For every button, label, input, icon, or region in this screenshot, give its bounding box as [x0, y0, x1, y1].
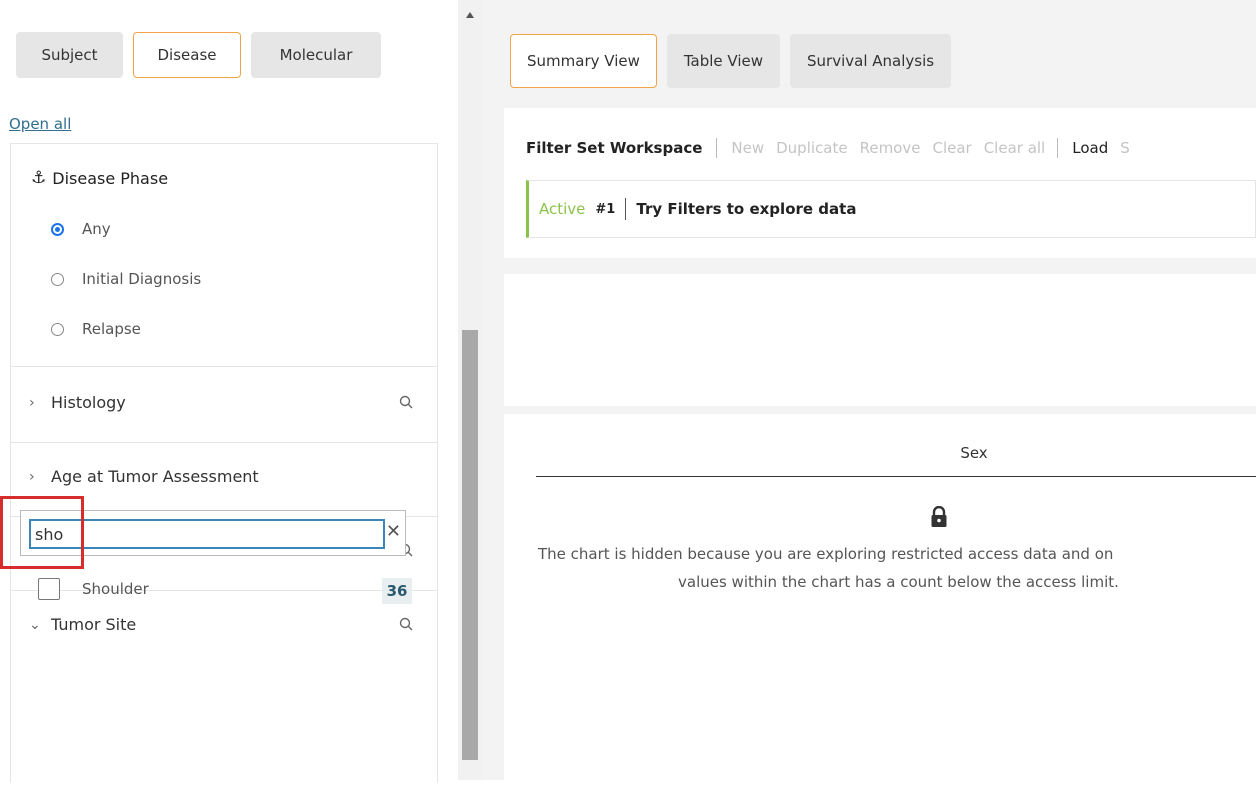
save-button[interactable]: S: [1120, 139, 1130, 157]
tab-summary-view[interactable]: Summary View: [510, 34, 657, 88]
radio-option-initial-diagnosis[interactable]: Initial Diagnosis: [51, 270, 201, 288]
section-title: Tumor Site: [51, 615, 137, 634]
workspace-toolbar: Filter Set Workspace New Duplicate Remov…: [526, 138, 1142, 158]
checkbox-option-shoulder[interactable]: Shoulder: [38, 578, 149, 600]
explorer-main: Summary View Table View Survival Analysi…: [482, 0, 1256, 780]
radio-option-relapse[interactable]: Relapse: [51, 320, 141, 338]
filter-set-description: Try Filters to explore data: [636, 200, 857, 218]
radio-label: Relapse: [82, 320, 141, 338]
checkbox-label: Shoulder: [82, 580, 149, 598]
empty-panel: [504, 274, 1256, 406]
divider: [1057, 138, 1059, 158]
radio-button[interactable]: [51, 272, 64, 286]
section-title: Histology: [51, 393, 126, 412]
search-icon[interactable]: [399, 617, 413, 631]
scrollbar-thumb[interactable]: [462, 330, 478, 760]
section-tumor-site: ⌄ Tumor Site: [11, 590, 437, 790]
tab-subject[interactable]: Subject: [16, 32, 123, 78]
search-icon[interactable]: [399, 395, 413, 409]
divider: [625, 198, 627, 220]
chevron-right-icon: ›: [29, 394, 35, 411]
tab-disease[interactable]: Disease: [133, 32, 241, 78]
workspace-title: Filter Set Workspace: [526, 139, 703, 157]
active-label: Active: [539, 200, 586, 218]
checkbox[interactable]: [38, 578, 60, 600]
message-line: values within the chart has a count belo…: [678, 573, 1119, 591]
disease-phase-title: Disease Phase: [52, 168, 169, 188]
clear-button[interactable]: Clear: [932, 139, 971, 157]
filter-list: ⚓ Disease Phase Any Initial Diagnosis Re…: [10, 143, 438, 783]
chart-title: Sex: [960, 444, 988, 462]
message-line: The chart is hidden because you are expl…: [538, 545, 1114, 563]
tab-molecular[interactable]: Molecular: [251, 32, 381, 78]
restricted-message: The chart is hidden because you are expl…: [538, 540, 1256, 596]
section-header: › Histology: [29, 393, 126, 412]
radio-button[interactable]: [51, 322, 64, 336]
active-filter-set[interactable]: Active #1 Try Filters to explore data: [526, 180, 1256, 238]
chart-card-sex: Sex The chart is hidden because you are …: [504, 414, 1256, 780]
disease-phase-header: ⚓ Disease Phase: [31, 168, 168, 188]
open-all-link[interactable]: Open all: [9, 115, 71, 133]
view-tabs: Summary View Table View Survival Analysi…: [510, 34, 952, 88]
duplicate-button[interactable]: Duplicate: [776, 139, 847, 157]
highlight-box: [0, 496, 84, 569]
count-badge: 36: [382, 578, 412, 604]
radio-label: Initial Diagnosis: [82, 270, 202, 288]
load-button[interactable]: Load: [1072, 139, 1108, 157]
chevron-right-icon: ›: [29, 468, 35, 485]
section-header[interactable]: ⌄ Tumor Site: [29, 615, 136, 634]
radio-button[interactable]: [51, 222, 64, 236]
lock-icon: [931, 506, 947, 527]
chevron-down-icon: ⌄: [29, 616, 41, 633]
section-title: Age at Tumor Assessment: [51, 467, 259, 486]
section-header: › Age at Tumor Assessment: [29, 467, 259, 486]
divider: [536, 476, 1256, 477]
anchor-icon: ⚓: [31, 168, 47, 188]
section-histology[interactable]: › Histology: [11, 366, 437, 442]
radio-option-any[interactable]: Any: [51, 220, 111, 238]
remove-button[interactable]: Remove: [860, 139, 921, 157]
close-icon[interactable]: ✕: [386, 521, 401, 542]
tab-table-view[interactable]: Table View: [666, 34, 781, 88]
divider: [716, 138, 718, 158]
new-button[interactable]: New: [731, 139, 764, 157]
filter-panel: Subject Disease Molecular Open all ⚓ Dis…: [0, 0, 458, 783]
filter-category-tabs: Subject Disease Molecular: [16, 32, 381, 78]
filter-set-workspace: Filter Set Workspace New Duplicate Remov…: [504, 108, 1256, 258]
filter-set-number: #1: [595, 201, 616, 217]
clear-all-button[interactable]: Clear all: [984, 139, 1046, 157]
scroll-up-arrow-icon[interactable]: [466, 12, 474, 18]
tab-survival-analysis[interactable]: Survival Analysis: [790, 34, 952, 88]
radio-label: Any: [82, 220, 111, 238]
